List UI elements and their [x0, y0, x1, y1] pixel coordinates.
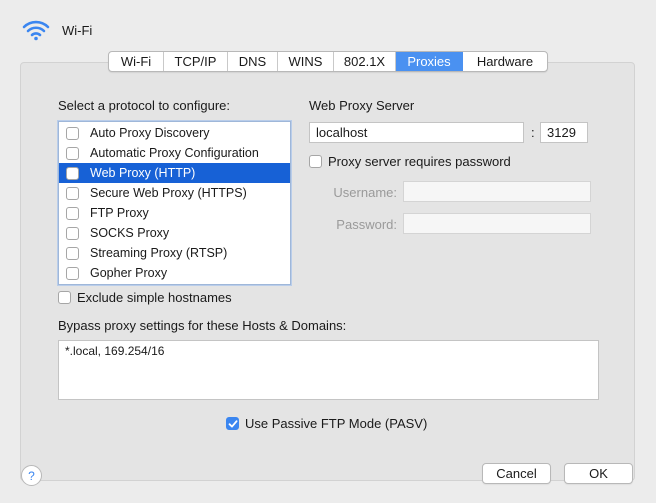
requires-password-checkbox[interactable]	[309, 155, 322, 168]
tab-proxies[interactable]: Proxies	[396, 52, 463, 71]
protocol-checkbox[interactable]	[66, 266, 79, 280]
protocol-rtsp[interactable]: Streaming Proxy (RTSP)	[59, 243, 290, 263]
protocol-checkbox[interactable]	[66, 226, 79, 240]
protocol-label: FTP Proxy	[90, 206, 149, 220]
tab-wifi[interactable]: Wi-Fi	[109, 52, 164, 71]
tab-hardware[interactable]: Hardware	[463, 52, 547, 71]
password-label: Password:	[336, 217, 397, 232]
proxy-port-input[interactable]: 3129	[540, 122, 588, 143]
tab-dns[interactable]: DNS	[228, 52, 278, 71]
protocol-label: SOCKS Proxy	[90, 226, 170, 240]
protocol-gopher[interactable]: Gopher Proxy	[59, 263, 290, 283]
exclude-simple-label: Exclude simple hostnames	[77, 290, 232, 305]
checkmark-icon	[228, 419, 237, 427]
protocol-web-http[interactable]: Web Proxy (HTTP)	[59, 163, 290, 183]
protocol-heading: Select a protocol to configure:	[58, 98, 230, 113]
window-title: Wi-Fi	[62, 22, 93, 38]
proxy-server-input[interactable]: localhost	[309, 122, 524, 143]
requires-password-label: Proxy server requires password	[328, 154, 511, 169]
cancel-button[interactable]: Cancel	[482, 463, 551, 484]
protocol-label: Web Proxy (HTTP)	[90, 166, 196, 180]
protocol-auto-discovery[interactable]: Auto Proxy Discovery	[59, 123, 290, 143]
protocol-secure-https[interactable]: Secure Web Proxy (HTTPS)	[59, 183, 290, 203]
protocol-label: Auto Proxy Discovery	[90, 126, 210, 140]
protocol-list[interactable]: Auto Proxy Discovery Automatic Proxy Con…	[58, 121, 291, 285]
protocol-checkbox[interactable]	[66, 186, 79, 200]
passive-ftp-label: Use Passive FTP Mode (PASV)	[245, 416, 428, 431]
protocol-label: Streaming Proxy (RTSP)	[90, 246, 228, 260]
wifi-icon	[22, 20, 50, 41]
tab-wins[interactable]: WINS	[278, 52, 334, 71]
username-field[interactable]	[403, 181, 591, 202]
protocol-ftp[interactable]: FTP Proxy	[59, 203, 290, 223]
exclude-simple-row[interactable]: Exclude simple hostnames	[58, 290, 232, 305]
protocol-checkbox[interactable]	[66, 166, 79, 180]
protocol-checkbox[interactable]	[66, 206, 79, 220]
protocol-label: Secure Web Proxy (HTTPS)	[90, 186, 247, 200]
ok-button[interactable]: OK	[564, 463, 633, 484]
help-button[interactable]: ?	[21, 465, 42, 486]
exclude-simple-checkbox[interactable]	[58, 291, 71, 304]
protocol-checkbox[interactable]	[66, 146, 79, 160]
username-label: Username:	[333, 185, 397, 200]
protocol-label: Gopher Proxy	[90, 266, 168, 280]
port-separator: :	[531, 125, 535, 140]
tab-tcpip[interactable]: TCP/IP	[164, 52, 228, 71]
requires-password-row[interactable]: Proxy server requires password	[309, 154, 511, 169]
passive-ftp-row[interactable]: Use Passive FTP Mode (PASV)	[226, 416, 427, 431]
protocol-checkbox[interactable]	[66, 126, 79, 140]
tab-bar: Wi-Fi TCP/IP DNS WINS 802.1X Proxies Har…	[108, 51, 548, 72]
protocol-label: Automatic Proxy Configuration	[90, 146, 259, 160]
window-header: Wi-Fi	[22, 16, 92, 44]
protocol-checkbox[interactable]	[66, 246, 79, 260]
passive-ftp-checkbox[interactable]	[226, 417, 239, 430]
server-heading: Web Proxy Server	[309, 98, 415, 113]
password-field[interactable]	[403, 213, 591, 234]
tab-8021x[interactable]: 802.1X	[334, 52, 396, 71]
bypass-textarea[interactable]: *.local, 169.254/16	[58, 340, 599, 400]
protocol-socks[interactable]: SOCKS Proxy	[59, 223, 290, 243]
bypass-heading: Bypass proxy settings for these Hosts & …	[58, 318, 347, 333]
protocol-auto-config[interactable]: Automatic Proxy Configuration	[59, 143, 290, 163]
